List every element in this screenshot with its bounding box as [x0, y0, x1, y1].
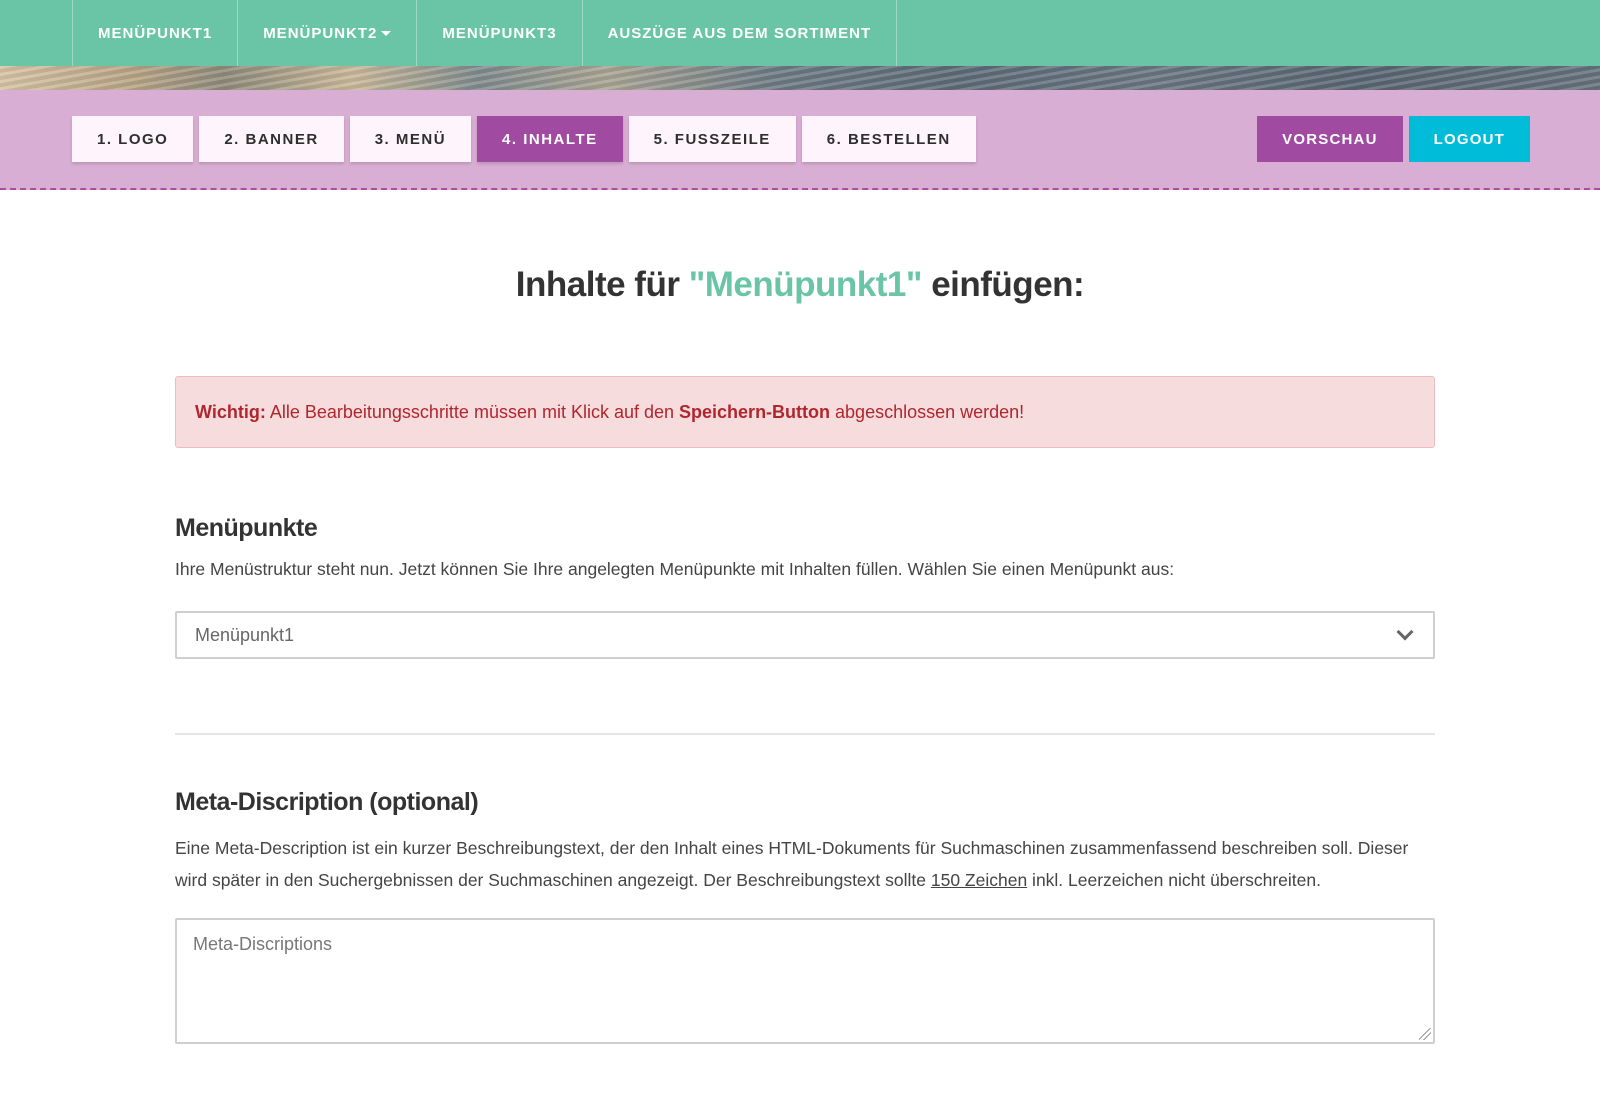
- editor-actions: VORSCHAU LOGOUT: [1257, 116, 1530, 162]
- preview-button[interactable]: VORSCHAU: [1257, 116, 1403, 162]
- section-divider: [175, 733, 1435, 735]
- step-fusszeile[interactable]: 5. FUSSZEILE: [628, 116, 796, 162]
- caret-down-icon: [381, 30, 392, 36]
- title-prefix: Inhalte für: [515, 265, 689, 304]
- step-logo[interactable]: 1. LOGO: [72, 116, 194, 162]
- alert-strong-label: Wichtig:: [195, 401, 266, 422]
- alert-text: Alle Bearbeitungsschritte müssen mit Kli…: [265, 401, 680, 422]
- meta-desc-text-end: inkl. Leerzeichen nicht überschreiten.: [1027, 870, 1321, 890]
- step-banner[interactable]: 2. BANNER: [199, 116, 344, 162]
- editor-step-bar: 1. LOGO 2. BANNER 3. MENÜ 4. INHALTE 5. …: [0, 90, 1600, 190]
- menu-section-heading: Menüpunkte: [175, 514, 318, 542]
- nav-item-menuepunkt3[interactable]: MENÜPUNKT3: [417, 0, 583, 66]
- nav-item-menuepunkt1[interactable]: MENÜPUNKT1: [73, 0, 239, 66]
- resize-grip-icon[interactable]: [1419, 1028, 1431, 1040]
- meta-description-textarea[interactable]: Meta-Discriptions: [175, 918, 1435, 1044]
- chevron-down-icon: [1396, 623, 1414, 641]
- select-value: Menüpunkt1: [195, 624, 295, 645]
- logout-button[interactable]: LOGOUT: [1408, 116, 1530, 162]
- main-menu: MENÜPUNKT1 MENÜPUNKT2 MENÜPUNKT3 AUSZÜGE…: [72, 0, 898, 66]
- step-inhalte[interactable]: 4. INHALTE: [477, 116, 623, 162]
- menu-section-description: Ihre Menüstruktur steht nun. Jetzt könne…: [175, 559, 1175, 579]
- nav-item-label: AUSZÜGE AUS DEM SORTIMENT: [607, 24, 872, 42]
- menu-item-select[interactable]: Menüpunkt1: [175, 611, 1435, 659]
- important-alert: Wichtig: Alle Bearbeitungsschritte müsse…: [175, 376, 1435, 448]
- nav-item-label: MENÜPUNKT2: [263, 24, 378, 42]
- nav-item-label: MENÜPUNKT3: [442, 24, 557, 42]
- step-menu[interactable]: 3. MENÜ: [349, 116, 472, 162]
- alert-strong-button-name: Speichern-Button: [679, 401, 831, 422]
- page-title: Inhalte für "Menüpunkt1" einfügen:: [0, 265, 1600, 305]
- top-navigation: MENÜPUNKT1 MENÜPUNKT2 MENÜPUNKT3 AUSZÜGE…: [0, 0, 1600, 66]
- step-bestellen[interactable]: 6. BESTELLEN: [801, 116, 976, 162]
- step-tabs: 1. LOGO 2. BANNER 3. MENÜ 4. INHALTE 5. …: [72, 116, 976, 162]
- textarea-placeholder: Meta-Discriptions: [193, 934, 333, 954]
- nav-item-sortiment[interactable]: AUSZÜGE AUS DEM SORTIMENT: [583, 0, 898, 66]
- meta-section-description: Eine Meta-Description ist ein kurzer Bes…: [175, 832, 1435, 896]
- nav-item-label: MENÜPUNKT1: [98, 24, 213, 42]
- alert-text-end: abgeschlossen werden!: [830, 401, 1025, 422]
- meta-section-heading: Meta-Discription (optional): [175, 788, 479, 816]
- banner-image-strip: [0, 66, 1600, 90]
- nav-item-menuepunkt2[interactable]: MENÜPUNKT2: [238, 0, 418, 66]
- title-suffix: einfügen:: [921, 265, 1085, 304]
- title-menu-name: "Menüpunkt1": [688, 265, 923, 304]
- char-limit-link[interactable]: 150 Zeichen: [931, 870, 1027, 890]
